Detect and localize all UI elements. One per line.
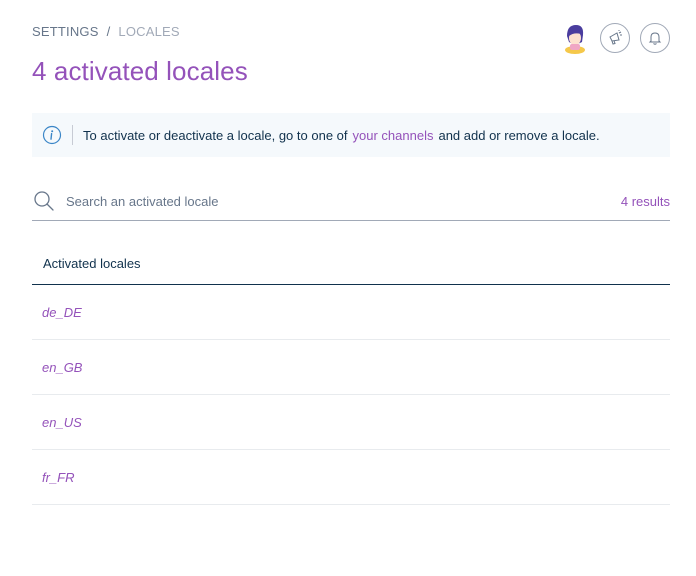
announcements-button[interactable] [600,23,630,53]
page-title: 4 activated locales [32,56,248,86]
breadcrumb-separator: / [106,24,111,39]
header-tools [560,22,670,54]
bell-icon [648,32,662,45]
breadcrumb: SETTINGS / LOCALES [32,24,180,39]
table-row: de_DE [32,285,670,340]
info-icon [42,125,62,145]
breadcrumb-settings[interactable]: SETTINGS [32,24,99,39]
column-header-activated-locales: Activated locales [32,243,670,285]
info-text-before: To activate or deactivate a locale, go t… [83,127,348,143]
info-text: To activate or deactivate a locale, go t… [83,128,600,143]
search-icon [34,191,54,211]
result-count: 4 results [620,193,670,209]
user-avatar-icon[interactable] [560,22,590,54]
notifications-button[interactable] [640,23,670,53]
info-banner: To activate or deactivate a locale, go t… [32,113,670,157]
table-row: en_GB [32,340,670,395]
info-separator [72,125,73,145]
your-channels-link[interactable]: your channels [353,128,434,143]
table-row: en_US [32,395,670,450]
megaphone-icon [609,30,622,45]
info-text-after: and add or remove a locale. [438,127,600,143]
search-input[interactable] [64,192,621,210]
breadcrumb-current: LOCALES [118,24,180,39]
locales-table: Activated locales de_DE en_GB en_US fr_F… [32,243,670,505]
table-row: fr_FR [32,450,670,505]
search-bar: 4 results [32,182,670,221]
